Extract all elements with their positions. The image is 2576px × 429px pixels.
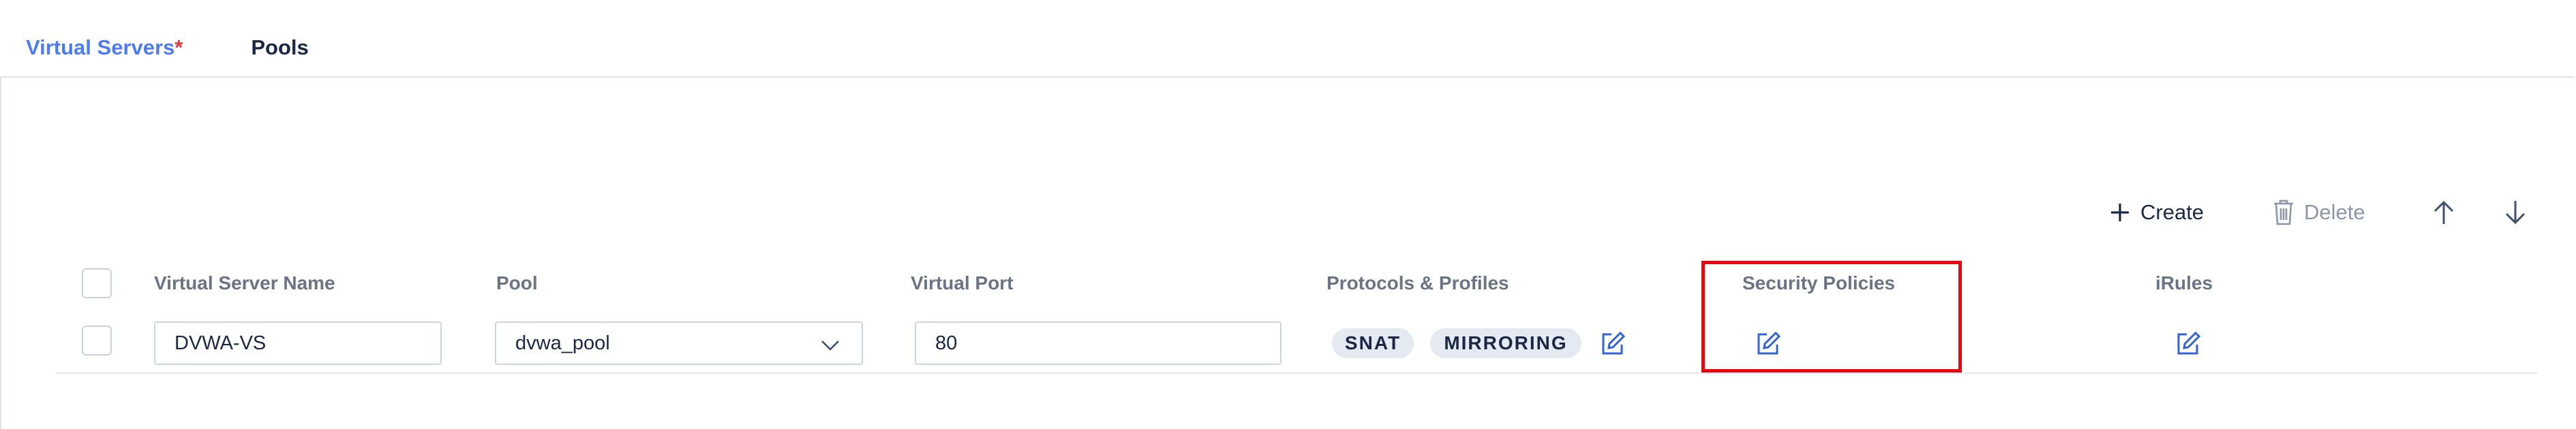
tab-bar: Virtual Servers* Pools	[26, 35, 309, 60]
trash-icon	[2270, 197, 2297, 227]
row-select-checkbox[interactable]	[82, 325, 112, 355]
plus-icon	[2106, 197, 2134, 227]
column-header-virtual-port: Virtual Port	[911, 272, 1014, 293]
move-down-button[interactable]	[2502, 197, 2536, 227]
virtual-servers-panel	[0, 76, 2575, 429]
create-button[interactable]: Create	[2106, 197, 2204, 227]
edit-irules-icon[interactable]	[2175, 330, 2202, 357]
column-header-irules: iRules	[2155, 272, 2213, 293]
delete-button[interactable]: Delete	[2270, 197, 2365, 227]
tab-virtual-servers-label: Virtual Servers	[26, 35, 175, 59]
move-up-button[interactable]	[2430, 197, 2464, 227]
column-header-virtual-server-name: Virtual Server Name	[154, 272, 335, 293]
tab-pools-label: Pools	[251, 35, 309, 59]
delete-button-label: Delete	[2304, 200, 2365, 224]
tab-pools[interactable]: Pools	[251, 35, 308, 60]
profile-tag-snat: SNAT	[1332, 328, 1414, 358]
profile-tag-snat-label: SNAT	[1344, 332, 1401, 353]
chevron-down-icon	[819, 334, 841, 361]
profile-tag-mirroring-label: MIRRORING	[1444, 332, 1568, 353]
profile-tag-mirroring: MIRRORING	[1430, 328, 1581, 358]
column-header-pool: Pool	[496, 272, 538, 293]
row-divider	[56, 372, 2537, 374]
arrow-down-icon	[2502, 197, 2529, 227]
tab-virtual-servers[interactable]: Virtual Servers*	[26, 35, 183, 60]
pool-select[interactable]: dvwa_pool	[495, 321, 863, 365]
virtual-servers-page: Virtual Servers* Pools Create Delete Vir…	[0, 0, 2576, 429]
virtual-port-input[interactable]	[915, 321, 1282, 365]
select-all-checkbox[interactable]	[82, 268, 112, 298]
arrow-up-icon	[2430, 197, 2457, 227]
required-asterisk: *	[175, 35, 183, 59]
virtual-server-name-input[interactable]	[154, 321, 442, 365]
edit-protocols-profiles-icon[interactable]	[1599, 330, 1626, 357]
security-policies-highlight	[1701, 261, 1962, 372]
create-button-label: Create	[2140, 200, 2204, 224]
column-header-protocols-profiles: Protocols & Profiles	[1327, 272, 1509, 293]
pool-select-value: dvwa_pool	[515, 332, 610, 354]
